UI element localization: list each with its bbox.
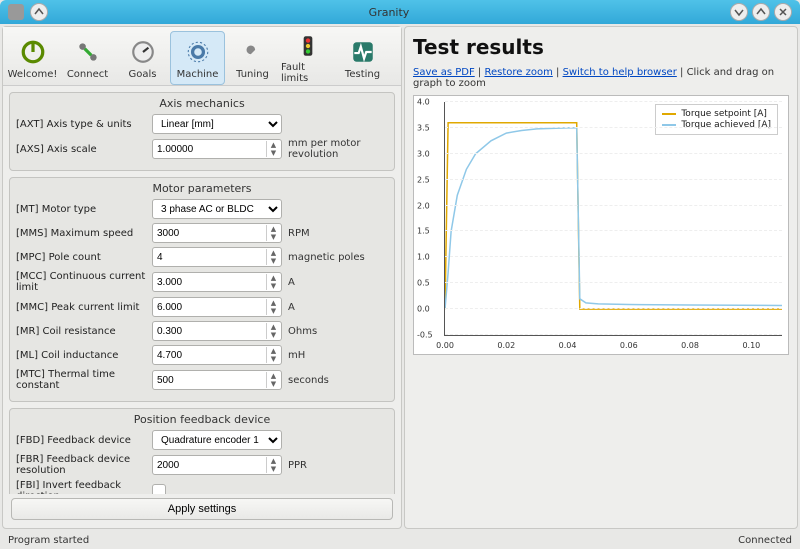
status-left: Program started [8, 535, 89, 546]
label-fbi: [FBI] Invert feedback direction [16, 480, 146, 494]
tab-connect[interactable]: Connect [60, 31, 115, 85]
close-button[interactable] [774, 3, 792, 21]
y-tick-label: 2.0 [417, 201, 430, 210]
x-tick-label: 0.04 [559, 341, 577, 350]
link-switch-help[interactable]: Switch to help browser [563, 67, 677, 78]
unit-mr: Ohms [288, 326, 388, 337]
group-motor-title: Motor parameters [16, 182, 388, 195]
titlebar: Granity [0, 0, 800, 24]
wrench-icon [238, 37, 268, 67]
spin-mms[interactable]: ▲▼ [152, 223, 282, 243]
left-panel: Welcome!ConnectGoalsMachineTuningFault l… [2, 26, 402, 529]
app-icon [8, 4, 24, 20]
traffic-icon [293, 32, 323, 60]
spin-axs[interactable]: ▲▼ [152, 139, 282, 159]
pin-up-button[interactable] [30, 3, 48, 21]
gear-icon [183, 37, 213, 67]
label-mtc: [MTC] Thermal time constant [16, 369, 146, 391]
label-axt: [AXT] Axis type & units [16, 119, 146, 130]
results-links: Save as PDF | Restore zoom | Switch to h… [413, 67, 789, 89]
label-fbr: [FBR] Feedback device resolution [16, 454, 146, 476]
x-tick-label: 0.10 [742, 341, 760, 350]
chart-area[interactable]: Torque setpoint [A] Torque achieved [A] … [413, 95, 789, 355]
x-tick-label: 0.00 [436, 341, 454, 350]
y-tick-label: 3.0 [417, 149, 430, 158]
y-tick-label: 1.0 [417, 253, 430, 262]
y-tick-label: 1.5 [417, 227, 430, 236]
connect-icon [73, 37, 103, 67]
spin-fbr[interactable]: ▲▼ [152, 455, 282, 475]
link-restore-zoom[interactable]: Restore zoom [484, 67, 552, 78]
label-mpc: [MPC] Pole count [16, 252, 146, 263]
maximize-button[interactable] [752, 3, 770, 21]
spin-mcc[interactable]: ▲▼ [152, 272, 282, 292]
y-tick-label: 4.0 [417, 98, 430, 107]
results-title: Test results [413, 35, 789, 59]
tab-machine[interactable]: Machine [170, 31, 225, 85]
minimize-button[interactable] [730, 3, 748, 21]
statusbar: Program started Connected [0, 531, 800, 549]
tab-fault-limits[interactable]: Fault limits [280, 31, 335, 85]
select-mt[interactable]: 3 phase AC or BLDC [152, 199, 282, 219]
pulse-icon [348, 37, 378, 67]
tab-tuning[interactable]: Tuning [225, 31, 280, 85]
unit-mmc: A [288, 302, 388, 313]
group-feedback: Position feedback device [FBD] Feedback … [9, 408, 395, 494]
unit-mms: RPM [288, 228, 388, 239]
label-mms: [MMS] Maximum speed [16, 228, 146, 239]
y-tick-label: 2.5 [417, 175, 430, 184]
unit-fbr: PPR [288, 460, 388, 471]
spin-mtc[interactable]: ▲▼ [152, 370, 282, 390]
tab-toolbar: Welcome!ConnectGoalsMachineTuningFault l… [3, 27, 401, 86]
unit-mpc: magnetic poles [288, 252, 388, 263]
status-right: Connected [738, 535, 792, 546]
apply-settings-button[interactable]: Apply settings [11, 498, 393, 520]
tab-goals[interactable]: Goals [115, 31, 170, 85]
spin-mr[interactable]: ▲▼ [152, 321, 282, 341]
label-fbd: [FBD] Feedback device [16, 435, 146, 446]
label-mr: [MR] Coil resistance [16, 326, 146, 337]
unit-ml: mH [288, 350, 388, 361]
unit-mtc: seconds [288, 375, 388, 386]
gauge-icon [128, 37, 158, 67]
group-feedback-title: Position feedback device [16, 413, 388, 426]
unit-axs: mm per motor revolution [288, 138, 388, 160]
checkbox-fbi[interactable] [152, 484, 166, 494]
spin-mmc[interactable]: ▲▼ [152, 297, 282, 317]
link-save-pdf[interactable]: Save as PDF [413, 67, 475, 78]
select-axt[interactable]: Linear [mm] [152, 114, 282, 134]
label-ml: [ML] Coil inductance [16, 350, 146, 361]
x-tick-label: 0.02 [497, 341, 515, 350]
series-line [445, 123, 782, 309]
chart-plot-area[interactable]: -0.50.00.51.01.52.02.53.03.54.00.000.020… [444, 102, 782, 336]
x-tick-label: 0.06 [620, 341, 638, 350]
tab-testing[interactable]: Testing [335, 31, 390, 85]
label-mcc: [MCC] Continuous current limit [16, 271, 146, 293]
group-axis-title: Axis mechanics [16, 97, 388, 110]
y-tick-label: 3.5 [417, 123, 430, 132]
tab-welcome-[interactable]: Welcome! [5, 31, 60, 85]
y-tick-label: 0.5 [417, 279, 430, 288]
group-axis: Axis mechanics [AXT] Axis type & units L… [9, 92, 395, 171]
spin-ml[interactable]: ▲▼ [152, 345, 282, 365]
right-panel: Test results Save as PDF | Restore zoom … [404, 26, 798, 529]
group-motor: Motor parameters [MT] Motor type 3 phase… [9, 177, 395, 402]
y-tick-label: -0.5 [417, 331, 433, 340]
spin-mpc[interactable]: ▲▼ [152, 247, 282, 267]
label-mmc: [MMC] Peak current limit [16, 302, 146, 313]
select-fbd[interactable]: Quadrature encoder 1 [152, 430, 282, 450]
unit-mcc: A [288, 277, 388, 288]
label-mt: [MT] Motor type [16, 204, 146, 215]
y-tick-label: 0.0 [417, 305, 430, 314]
x-tick-label: 0.08 [681, 341, 699, 350]
label-axs: [AXS] Axis scale [16, 144, 146, 155]
window-title: Granity [48, 6, 730, 19]
power-icon [18, 37, 48, 67]
form-scroll[interactable]: Axis mechanics [AXT] Axis type & units L… [3, 86, 401, 494]
